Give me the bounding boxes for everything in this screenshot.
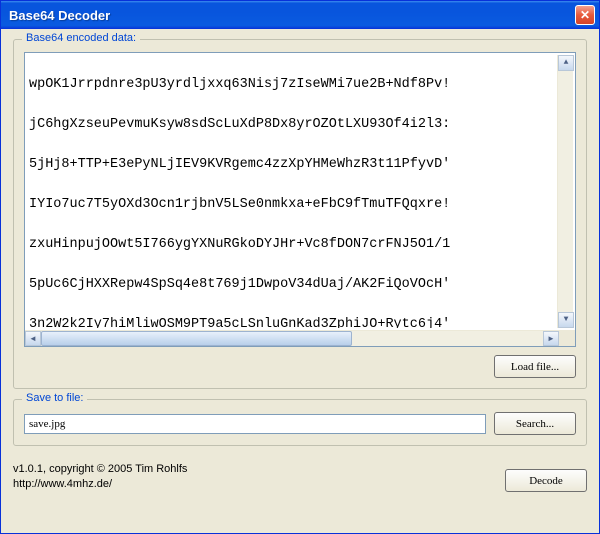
scroll-down-arrow-icon[interactable]: ▼ xyxy=(558,312,574,328)
version-text: v1.0.1, copyright © 2005 Tim Rohlfs xyxy=(13,462,187,477)
encoded-textarea[interactable]: wpOK1Jrrpdnre3pU3yrdljxxq63Nisj7zIseWMi7… xyxy=(24,52,576,347)
client-area: Base64 encoded data: wpOK1Jrrpdnre3pU3yr… xyxy=(1,29,599,533)
scroll-right-arrow-icon[interactable]: ► xyxy=(543,331,559,346)
close-button[interactable]: ✕ xyxy=(575,5,595,25)
line: IYIo7uc7T5yOXd3Ocn1rjbnV5LSe0nmkxa+eFbC9… xyxy=(29,195,557,215)
load-file-button[interactable]: Load file... xyxy=(494,355,576,378)
line: wpOK1Jrrpdnre3pU3yrdljxxq63Nisj7zIseWMi7… xyxy=(29,75,557,95)
hscroll-thumb[interactable] xyxy=(41,331,352,346)
close-icon: ✕ xyxy=(580,8,590,22)
save-filename-input[interactable] xyxy=(24,414,486,434)
scroll-corner xyxy=(559,331,575,346)
save-groupbox: Save to file: Search... xyxy=(13,399,587,446)
encoded-button-row: Load file... xyxy=(24,355,576,378)
window: Base64 Decoder ✕ Base64 encoded data: wp… xyxy=(0,0,600,534)
vscroll-track[interactable] xyxy=(558,71,573,312)
horizontal-scrollbar[interactable]: ◄ ► xyxy=(25,330,575,346)
scroll-left-arrow-icon[interactable]: ◄ xyxy=(25,331,41,346)
line: 3n2W2k2Iy7hiMliwOSM9PT9a5cLSnluGnKad3Zph… xyxy=(29,315,557,328)
textarea-content[interactable]: wpOK1Jrrpdnre3pU3yrdljxxq63Nisj7zIseWMi7… xyxy=(25,53,575,330)
scroll-up-arrow-icon[interactable]: ▲ xyxy=(558,55,574,71)
save-row: Search... xyxy=(24,412,576,435)
titlebar: Base64 Decoder ✕ xyxy=(1,1,599,29)
window-title: Base64 Decoder xyxy=(9,8,575,23)
line: zxuHinpujOOwt5I766ygYXNuRGkoDYJHr+Vc8fDO… xyxy=(29,235,557,255)
save-legend: Save to file: xyxy=(22,392,87,404)
encoded-groupbox: Base64 encoded data: wpOK1Jrrpdnre3pU3yr… xyxy=(13,39,587,389)
line: 5pUc6CjHXXRepw4SpSq4e8t769j1DwpoV34dUaj/… xyxy=(29,275,557,295)
vertical-scrollbar[interactable]: ▲ ▼ xyxy=(557,55,573,328)
footer-url-link[interactable]: http://www.4mhz.de/ xyxy=(13,478,112,490)
encoded-legend: Base64 encoded data: xyxy=(22,32,140,44)
footer-info: v1.0.1, copyright © 2005 Tim Rohlfs http… xyxy=(13,462,187,492)
search-button[interactable]: Search... xyxy=(494,412,576,435)
decode-button[interactable]: Decode xyxy=(505,469,587,492)
line: jC6hgXzseuPevmuKsyw8sdScLuXdP8Dx8yrOZOtL… xyxy=(29,115,557,135)
textarea-lines: wpOK1Jrrpdnre3pU3yrdljxxq63Nisj7zIseWMi7… xyxy=(29,55,557,328)
line: 5jHj8+TTP+E3ePyNLjIEV9KVRgemc4zzXpYHMeWh… xyxy=(29,155,557,175)
hscroll-track[interactable] xyxy=(41,331,543,346)
footer: v1.0.1, copyright © 2005 Tim Rohlfs http… xyxy=(13,462,587,492)
